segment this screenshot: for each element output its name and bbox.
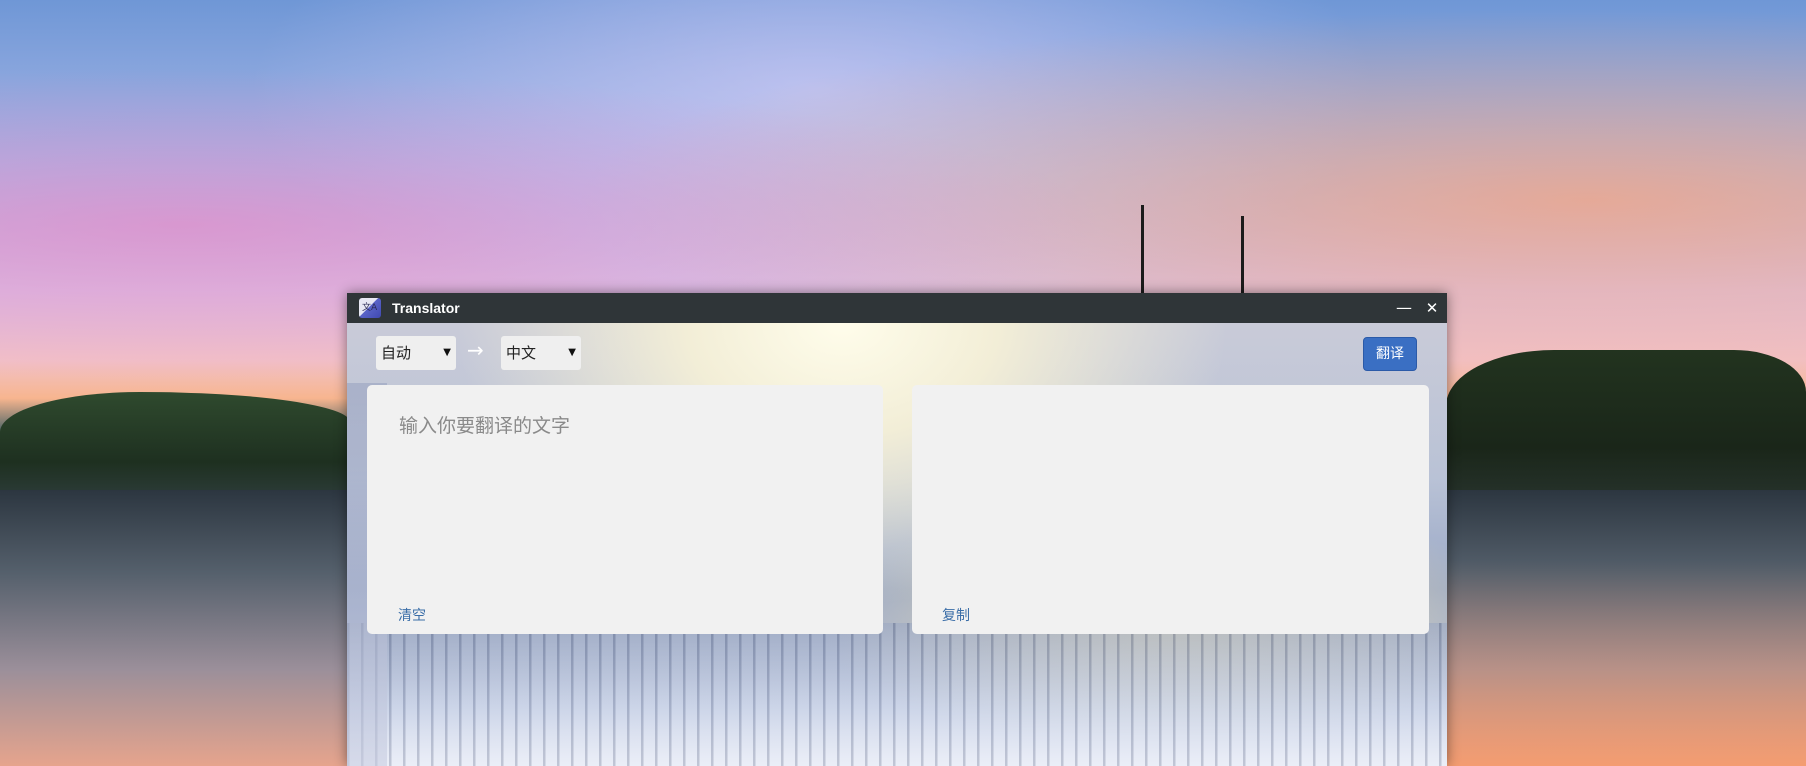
output-panel: 复制 [912, 385, 1429, 634]
clear-button[interactable]: 清空 [398, 605, 426, 625]
translate-button[interactable]: 翻译 [1363, 337, 1417, 371]
arrow-right-icon: → [467, 338, 484, 362]
source-language-select[interactable]: 自动 ▼ [376, 336, 456, 370]
minimize-icon: — [1396, 298, 1412, 317]
language-toolbar: 自动 ▼ → 中文 ▼ 翻译 [347, 323, 1447, 383]
target-language-select[interactable]: 中文 ▼ [501, 336, 581, 370]
input-panel: 输入你要翻译的文字 清空 [367, 385, 883, 634]
window-content: 自动 ▼ → 中文 ▼ 翻译 输入你要翻译的文字 清空 复制 [347, 323, 1447, 766]
close-button[interactable]: ✕ [1421, 297, 1443, 319]
wallpaper-treeline-right [1446, 350, 1806, 490]
source-language-value: 自动 [381, 344, 412, 362]
chevron-down-icon: ▼ [568, 347, 576, 358]
wallpaper-treeline-left [0, 392, 350, 492]
window-titlebar[interactable]: 文A Translator — ✕ [347, 293, 1447, 323]
wallpaper-water-glow [1446, 560, 1806, 766]
background-image-forest [347, 623, 1447, 766]
copy-button[interactable]: 复制 [942, 605, 970, 625]
wallpaper-mast [1141, 205, 1144, 295]
source-text-input[interactable]: 输入你要翻译的文字 [399, 413, 859, 573]
target-language-value: 中文 [506, 344, 537, 362]
translation-output[interactable] [942, 413, 1402, 573]
translator-window: 文A Translator — ✕ 自动 ▼ → 中文 ▼ 翻译 输入你要翻译的… [347, 293, 1447, 766]
chevron-down-icon: ▼ [443, 347, 451, 358]
translator-icon: 文A [359, 298, 381, 318]
minimize-button[interactable]: — [1393, 297, 1415, 319]
wallpaper-mast [1241, 216, 1244, 295]
window-title: Translator [392, 300, 460, 316]
close-icon: ✕ [1425, 299, 1439, 317]
